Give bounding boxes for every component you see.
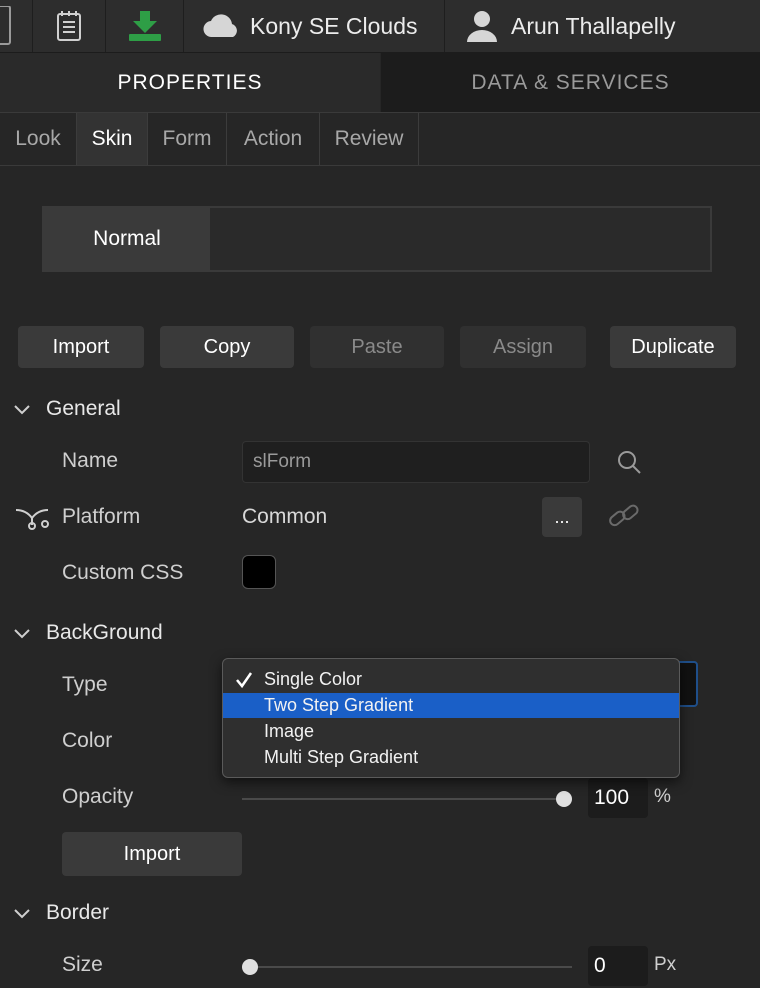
type-dropdown-menu: Single Color Two Step Gradient Image Mul…	[222, 658, 680, 778]
section-background-title: BackGround	[46, 621, 163, 644]
download-button[interactable]	[106, 0, 184, 52]
size-label: Size	[62, 953, 103, 976]
chevron-down-icon	[14, 405, 30, 415]
paste-button[interactable]: Paste	[310, 326, 444, 368]
device-icon	[0, 6, 11, 45]
search-icon[interactable]	[616, 449, 642, 475]
cloud-name: Kony SE Clouds	[250, 12, 418, 39]
option-single-color[interactable]: Single Color	[223, 667, 679, 692]
opacity-label: Opacity	[62, 785, 134, 808]
duplicate-button[interactable]: Duplicate	[610, 326, 736, 368]
opacity-slider-handle[interactable]	[556, 791, 572, 807]
tab-properties[interactable]: PROPERTIES	[0, 53, 380, 112]
section-general-header[interactable]: General	[12, 396, 121, 422]
link-icon[interactable]	[606, 500, 642, 532]
platform-more-button[interactable]: ...	[542, 497, 582, 537]
section-background-header[interactable]: BackGround	[12, 620, 163, 646]
state-normal[interactable]: Normal	[44, 208, 210, 270]
opacity-slider-track[interactable]	[242, 798, 572, 800]
size-value-input[interactable]: 0	[588, 946, 648, 986]
size-unit: Px	[654, 954, 677, 975]
size-slider-track[interactable]	[242, 966, 572, 968]
size-slider-handle[interactable]	[242, 959, 258, 975]
tab-skin[interactable]: Skin	[77, 113, 148, 165]
tab-form[interactable]: Form	[148, 113, 227, 165]
custom-css-color-swatch[interactable]	[242, 555, 276, 589]
tab-action[interactable]: Action	[227, 113, 320, 165]
skin-state-selector: Normal	[42, 206, 712, 272]
type-label: Type	[62, 673, 108, 696]
option-multi-step-gradient[interactable]: Multi Step Gradient	[223, 745, 679, 770]
device-button[interactable]	[0, 0, 33, 52]
import-button[interactable]: Import	[18, 326, 144, 368]
option-image[interactable]: Image	[223, 719, 679, 744]
user-account[interactable]: Arun Thallapelly	[445, 0, 760, 52]
tab-look[interactable]: Look	[0, 113, 77, 165]
opacity-value-input[interactable]: 100	[588, 778, 648, 818]
notes-button[interactable]	[33, 0, 106, 52]
background-import-button[interactable]: Import	[62, 832, 242, 876]
option-two-step-gradient[interactable]: Two Step Gradient	[223, 693, 679, 718]
section-general-title: General	[46, 397, 121, 420]
chevron-down-icon	[14, 909, 30, 919]
custom-css-label: Custom CSS	[62, 561, 184, 584]
platform-icon	[15, 509, 49, 530]
user-name: Arun Thallapelly	[511, 12, 676, 39]
section-border-title: Border	[46, 901, 110, 924]
color-label: Color	[62, 729, 113, 752]
user-icon	[467, 11, 497, 42]
platform-label: Platform	[62, 505, 141, 528]
opacity-unit: %	[654, 786, 671, 807]
tab-review[interactable]: Review	[320, 113, 419, 165]
name-input[interactable]: slForm	[242, 441, 590, 483]
tab-data-services[interactable]: DATA & SERVICES	[381, 53, 760, 112]
assign-button[interactable]: Assign	[460, 326, 586, 368]
platform-value: Common	[242, 505, 328, 528]
cloud-selector[interactable]: Kony SE Clouds	[184, 0, 445, 52]
chevron-down-icon	[14, 629, 30, 639]
top-toolbar: Kony SE Clouds Arun Thallapelly	[0, 0, 760, 53]
section-border-header[interactable]: Border	[12, 900, 109, 926]
checkmark-icon	[236, 672, 253, 689]
name-label: Name	[62, 449, 119, 472]
property-sub-tabs: Look Skin Form Action Review	[0, 112, 760, 166]
copy-button[interactable]: Copy	[160, 326, 294, 368]
notes-icon	[57, 11, 81, 41]
cloud-icon	[203, 14, 237, 38]
panel-tabs: PROPERTIES DATA & SERVICES	[0, 53, 760, 112]
download-icon	[128, 11, 161, 41]
